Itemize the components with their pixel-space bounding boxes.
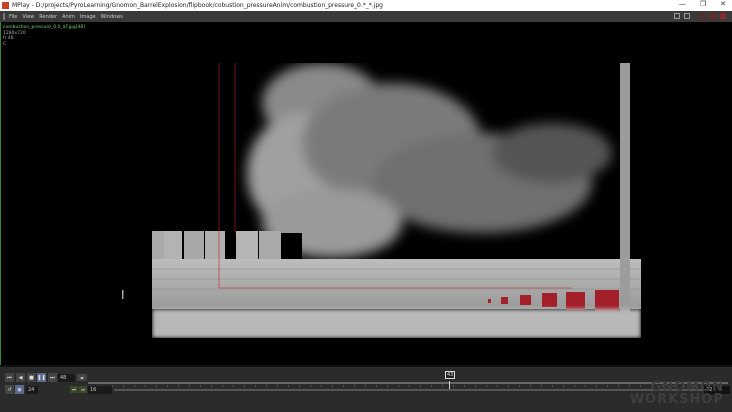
timeline-tick: [453, 385, 454, 387]
timeline-tick: [596, 385, 597, 387]
timeline-tick: [343, 385, 344, 387]
timeline-tick: [563, 385, 564, 387]
timeline-tick: [145, 385, 146, 387]
pane-icon[interactable]: [700, 13, 706, 19]
menu-windows[interactable]: Windows: [101, 14, 123, 20]
split-icon[interactable]: [674, 13, 680, 19]
step-buttons[interactable]: ◂▸: [77, 374, 87, 381]
timeline-tick: [541, 385, 542, 387]
timeline-tick: [222, 385, 223, 387]
maximize-button[interactable]: ❐: [700, 0, 706, 8]
timeline-tick: [519, 385, 520, 387]
timeline-tick: [431, 385, 432, 387]
timeline-tick: [134, 385, 135, 387]
timeline-tick: [552, 385, 553, 387]
rendered-frame: [152, 63, 641, 338]
image-viewer[interactable]: combustion_pressure_0.0_$F.jpg[48] 1280x…: [0, 22, 732, 365]
menu-bar: File View Render Anim Image Windows: [0, 11, 732, 22]
timeline-tick: [398, 385, 399, 387]
menu-grip: [3, 13, 5, 20]
menu-image[interactable]: Image: [80, 14, 96, 20]
image-filename: combustion_pressure_0.0_$F.jpg[48]: [3, 25, 85, 30]
window-title: MPlay - D:/projects/PyroLearning/Gnomon_…: [12, 2, 383, 9]
timeline-tick: [244, 385, 245, 387]
timeline-tick: [486, 385, 487, 387]
stop-button[interactable]: ■: [27, 373, 36, 382]
timeline-tick: [585, 385, 586, 387]
range-start-field[interactable]: 16: [88, 386, 112, 394]
set-end-button[interactable]: ⏭: [79, 386, 87, 393]
timeline-tick: [365, 385, 366, 387]
timeline-tick: [310, 385, 311, 387]
timeline-tick: [112, 385, 113, 387]
frame-field[interactable]: 48: [58, 374, 75, 382]
image-channel: C: [3, 41, 7, 47]
set-start-button[interactable]: ⏮: [70, 386, 78, 393]
timeline-tick: [420, 385, 421, 387]
barrels: [152, 231, 281, 259]
tearoff-icon[interactable]: [684, 13, 690, 19]
timeline-tick: [464, 385, 465, 387]
timeline-tick: [409, 385, 410, 387]
playhead[interactable]: [449, 381, 450, 389]
mplay-app-icon: [2, 2, 9, 9]
timeline-tick: [288, 385, 289, 387]
timeline-tick: [607, 385, 608, 387]
timeline-tick: [156, 385, 157, 387]
realtime-icon[interactable]: ◉: [15, 385, 24, 394]
title-bar: MPlay - D:/projects/PyroLearning/Gnomon_…: [0, 0, 732, 11]
timeline-tick: [167, 385, 168, 387]
pillar: [620, 63, 630, 313]
timeline-tick: [178, 385, 179, 387]
fps-field[interactable]: 24: [26, 386, 38, 394]
first-frame-button[interactable]: ⏮: [5, 373, 14, 382]
timeline-tick: [475, 385, 476, 387]
explosion-render: [152, 63, 641, 338]
range-slider[interactable]: [114, 389, 712, 391]
timeline-tick: [255, 385, 256, 387]
menu-view[interactable]: View: [22, 14, 34, 20]
timeline-tick: [123, 385, 124, 387]
timeline-tick: [442, 385, 443, 387]
current-frame-marker[interactable]: 43: [445, 371, 456, 379]
timeline-tick: [618, 385, 619, 387]
watermark-line2: WORKSHOP: [629, 392, 724, 407]
minimize-button[interactable]: —: [679, 0, 686, 8]
timeline-tick: [574, 385, 575, 387]
timeline-tick: [321, 385, 322, 387]
timeline-tick: [189, 385, 190, 387]
timeline-tick: [354, 385, 355, 387]
step-back-button[interactable]: ◀: [16, 373, 25, 382]
timeline-tick: [211, 385, 212, 387]
menu-render[interactable]: Render: [39, 14, 57, 20]
timeline-tick: [277, 385, 278, 387]
menu-file[interactable]: File: [9, 14, 17, 20]
smoke-plume: [247, 63, 612, 258]
gnomon-workshop-watermark: GNOMON WORKSHOP: [629, 381, 724, 407]
timeline-tick: [233, 385, 234, 387]
timeline-tick: [387, 385, 388, 387]
loop-icon[interactable]: ↺: [5, 385, 14, 394]
timeline-tick: [376, 385, 377, 387]
close-button[interactable]: ✕: [720, 0, 726, 8]
timeline-tick: [332, 385, 333, 387]
timeline-tick: [200, 385, 201, 387]
timeline-tick: [530, 385, 531, 387]
text-cursor-icon: I: [121, 288, 125, 302]
image-info: combustion_pressure_0.0_$F.jpg[48] 1280x…: [3, 25, 85, 47]
timeline-tick: [497, 385, 498, 387]
menu-anim[interactable]: Anim: [62, 14, 75, 20]
pane-close-icon[interactable]: [710, 13, 716, 19]
timeline-tick: [299, 385, 300, 387]
timeline-tick: [266, 385, 267, 387]
ground: [152, 309, 641, 338]
pause-button[interactable]: ❚❚: [37, 373, 46, 382]
playbar: ⏮ ◀ ■ ❚❚ ⏭ 48 ◂▸ 43 ↺ ◉ 24 ⏮ ⏭ 16 72 GNO…: [0, 365, 732, 412]
timeline-tick: [508, 385, 509, 387]
last-frame-button[interactable]: ⏭: [48, 373, 57, 382]
pane-close-icon-2[interactable]: [720, 13, 726, 19]
